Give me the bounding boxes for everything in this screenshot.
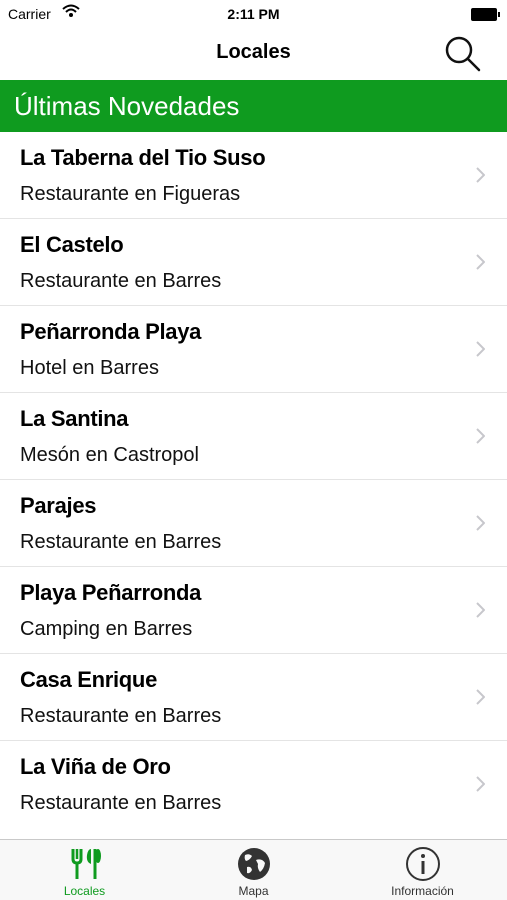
tab-label: Locales — [63, 884, 106, 898]
places-list: La Taberna del Tio Suso Restaurante en F… — [0, 132, 507, 828]
list-item[interactable]: Casa Enrique Restaurante en Barres — [0, 654, 507, 741]
info-icon — [405, 847, 440, 881]
item-title: Playa Peñarronda — [20, 580, 202, 605]
chevron-right-icon — [476, 341, 485, 357]
list-item[interactable]: La Viña de Oro Restaurante en Barres — [0, 741, 507, 828]
item-title: El Castelo — [20, 232, 124, 257]
tab-informacion[interactable]: Información — [338, 840, 507, 900]
utensils-icon — [71, 849, 101, 879]
page-title: Locales — [216, 41, 291, 63]
status-time: 2:11 PM — [227, 6, 280, 22]
item-title: La Santina — [20, 406, 129, 431]
list-item[interactable]: La Santina Mesón en Castropol — [0, 393, 507, 480]
list-item[interactable]: El Castelo Restaurante en Barres — [0, 219, 507, 306]
item-subtitle: Hotel en Barres — [20, 357, 159, 379]
chevron-right-icon — [476, 689, 485, 705]
section-title: Últimas Novedades — [14, 91, 240, 121]
item-subtitle: Mesón en Castropol — [20, 444, 199, 466]
item-subtitle: Restaurante en Barres — [20, 270, 222, 292]
item-title: La Taberna del Tio Suso — [20, 145, 266, 170]
navigation-bar: Locales — [0, 28, 507, 80]
chevron-right-icon — [476, 167, 485, 183]
item-subtitle: Restaurante en Figueras — [20, 183, 241, 205]
chevron-right-icon — [476, 515, 485, 531]
item-title: Peñarronda Playa — [20, 319, 202, 344]
status-bar: Carrier 2:11 PM — [0, 0, 507, 28]
item-subtitle: Restaurante en Barres — [20, 792, 222, 814]
list-item[interactable]: Peñarronda Playa Hotel en Barres — [0, 306, 507, 393]
item-subtitle: Camping en Barres — [20, 618, 193, 640]
chevron-right-icon — [476, 254, 485, 270]
search-icon[interactable] — [443, 34, 483, 74]
item-title: Parajes — [20, 493, 97, 518]
section-header: Últimas Novedades — [0, 80, 507, 132]
item-title: Casa Enrique — [20, 667, 158, 692]
chevron-right-icon — [476, 776, 485, 792]
list-item[interactable]: Parajes Restaurante en Barres — [0, 480, 507, 567]
tab-label: Información — [391, 884, 454, 898]
item-title: La Viña de Oro — [20, 754, 171, 779]
tab-locales[interactable]: Locales — [0, 840, 169, 900]
chevron-right-icon — [476, 602, 485, 618]
item-subtitle: Restaurante en Barres — [20, 531, 222, 553]
battery-icon — [471, 8, 500, 21]
item-subtitle: Restaurante en Barres — [20, 705, 222, 727]
tab-bar: Locales Mapa Información — [0, 839, 507, 900]
tab-label: Mapa — [238, 884, 269, 898]
list-item[interactable]: La Taberna del Tio Suso Restaurante en F… — [0, 132, 507, 219]
chevron-right-icon — [476, 428, 485, 444]
globe-icon — [237, 848, 270, 880]
tab-mapa[interactable]: Mapa — [169, 840, 338, 900]
list-item[interactable]: Playa Peñarronda Camping en Barres — [0, 567, 507, 654]
